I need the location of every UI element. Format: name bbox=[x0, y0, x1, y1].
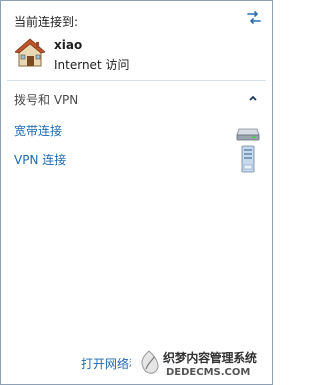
network-flyout-panel: 当前连接到: xiao Internet 访问 拨号和 VPN 宽带连接 VPN… bbox=[0, 0, 273, 385]
section-divider bbox=[7, 80, 266, 81]
dialup-vpn-section-title[interactable]: 拨号和 VPN bbox=[14, 91, 78, 108]
network-drive-icon bbox=[236, 128, 260, 141]
home-network-icon bbox=[15, 38, 45, 67]
connection-status: Internet 访问 bbox=[54, 58, 130, 72]
refresh-icon[interactable] bbox=[246, 11, 262, 25]
watermark-title: 织梦内容管理系统 bbox=[163, 351, 257, 365]
broadband-connection-item[interactable]: 宽带连接 bbox=[14, 122, 62, 139]
chevron-up-icon[interactable] bbox=[249, 95, 257, 101]
server-icon bbox=[241, 145, 255, 173]
watermark-logo-icon bbox=[141, 350, 159, 374]
vpn-connection-item[interactable]: VPN 连接 bbox=[14, 151, 66, 168]
connected-to-label: 当前连接到: bbox=[14, 15, 79, 29]
watermark-url: DEDECMS.COM bbox=[166, 367, 251, 378]
connection-name: xiao bbox=[54, 38, 83, 52]
